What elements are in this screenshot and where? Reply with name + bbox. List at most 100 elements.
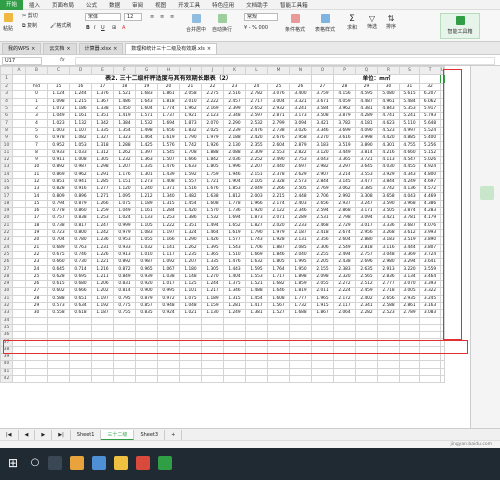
data-cell[interactable]: 2.036	[223, 155, 246, 165]
data-cell[interactable]: 2.789	[399, 309, 420, 318]
data-cell[interactable]: 1.247	[91, 221, 114, 230]
header-cell[interactable]: 28	[333, 82, 356, 92]
grid-cell[interactable]	[12, 221, 26, 230]
data-cell[interactable]: 1.859	[289, 279, 312, 289]
data-cell[interactable]: 3.365	[333, 155, 356, 165]
row-header[interactable]: 12	[0, 155, 13, 165]
data-cell[interactable]: 2.328	[267, 177, 290, 187]
header-cell[interactable]: 20	[157, 82, 180, 92]
data-cell[interactable]: 3.270	[311, 134, 334, 143]
data-cell[interactable]: 1.867	[311, 309, 334, 318]
grid-cell[interactable]	[439, 367, 446, 376]
data-cell[interactable]: 2.656	[377, 294, 400, 303]
data-cell[interactable]: 1.024	[113, 214, 136, 223]
data-cell[interactable]: 1.464	[135, 134, 158, 143]
data-cell[interactable]: 2.356	[311, 236, 334, 245]
data-cell[interactable]: 1.186	[69, 104, 92, 114]
data-cell[interactable]: 2.011	[311, 287, 334, 296]
data-cell[interactable]: 1.271	[91, 192, 114, 201]
data-cell[interactable]: 1.318	[91, 141, 114, 150]
data-cell[interactable]: 1.812	[223, 192, 246, 201]
data-cell[interactable]: 4.755	[399, 141, 420, 150]
data-cell[interactable]: 0.746	[69, 250, 92, 260]
grid-cell[interactable]	[289, 316, 312, 325]
data-cell[interactable]: 2.697	[289, 163, 312, 172]
data-cell[interactable]: 1.682	[267, 279, 290, 289]
data-cell[interactable]: 3.874	[399, 207, 420, 216]
grid-cell[interactable]	[377, 331, 400, 340]
data-cell[interactable]: 1.226	[91, 250, 114, 260]
grid-cell[interactable]	[135, 360, 158, 369]
data-cell[interactable]: 1.048	[179, 301, 202, 311]
data-cell[interactable]: 5.241	[399, 112, 420, 121]
data-cell[interactable]: 18	[25, 221, 48, 230]
data-cell[interactable]: 2.516	[223, 90, 246, 99]
header-cell[interactable]: 24	[245, 82, 268, 92]
data-cell[interactable]: 3.346	[311, 126, 334, 136]
data-cell[interactable]: 4.059	[333, 97, 356, 106]
data-cell[interactable]: 3.421	[377, 214, 400, 223]
bold-button[interactable]: B	[86, 25, 90, 31]
data-cell[interactable]: 1.498	[135, 126, 158, 136]
sheet-tab[interactable]: 三十二级	[101, 429, 135, 440]
font-size-select[interactable]: 12	[124, 13, 142, 21]
column-header[interactable]: F	[113, 66, 136, 75]
data-cell[interactable]: 1.221	[91, 258, 114, 267]
grid-cell[interactable]	[333, 331, 356, 340]
grid-cell[interactable]	[245, 352, 268, 362]
data-cell[interactable]: 3.721	[355, 155, 378, 165]
data-cell[interactable]: 3.645	[355, 163, 378, 172]
data-cell[interactable]: 27	[25, 287, 48, 296]
data-cell[interactable]: 2.861	[399, 301, 420, 311]
grid-cell[interactable]	[179, 316, 202, 325]
data-cell[interactable]: 1.643	[135, 97, 158, 106]
grid-cell[interactable]	[12, 134, 26, 143]
header-cell[interactable]: 17	[91, 82, 114, 92]
row-header[interactable]: 40	[0, 360, 13, 369]
grid-cell[interactable]	[12, 258, 26, 267]
data-cell[interactable]: 1.235	[179, 250, 202, 260]
data-cell[interactable]: 14	[25, 192, 48, 201]
data-cell[interactable]: 1.853	[223, 185, 246, 194]
data-cell[interactable]: 3.844	[377, 177, 400, 187]
data-cell[interactable]: 1.187	[91, 309, 114, 318]
folder-icon[interactable]	[114, 456, 128, 470]
data-cell[interactable]: 1.010	[135, 250, 158, 260]
data-cell[interactable]: 2.706	[311, 192, 334, 201]
data-cell[interactable]: 1.161	[69, 112, 92, 121]
data-cell[interactable]: 1.351	[179, 221, 202, 230]
data-cell[interactable]: 2.088	[223, 148, 246, 157]
grid-cell[interactable]	[419, 74, 441, 84]
data-cell[interactable]: 1.244	[201, 279, 224, 289]
grid-cell[interactable]	[311, 360, 334, 369]
grid-cell[interactable]	[223, 367, 246, 376]
menu-item[interactable]: 审阅	[126, 1, 149, 9]
data-cell[interactable]: 3.005	[399, 287, 420, 296]
data-cell[interactable]: 1.376	[91, 90, 114, 99]
row-header[interactable]: 6	[0, 112, 13, 121]
grid-cell[interactable]	[355, 374, 378, 384]
data-cell[interactable]: 2.629	[289, 170, 312, 179]
data-cell[interactable]: 3.993	[419, 228, 441, 238]
data-cell[interactable]: 3.616	[333, 134, 356, 143]
grid-cell[interactable]	[12, 272, 26, 282]
grid-cell[interactable]	[157, 331, 180, 340]
data-cell[interactable]: 5.110	[399, 119, 420, 128]
data-cell[interactable]: 1.557	[179, 177, 202, 187]
data-cell[interactable]: 5.615	[399, 90, 420, 99]
data-cell[interactable]: 1.778	[223, 199, 246, 209]
data-cell[interactable]: 0.651	[69, 294, 92, 303]
column-header[interactable]: A	[12, 66, 26, 75]
grid-cell[interactable]	[69, 352, 92, 362]
format-painter-button[interactable]: 🖌格式刷	[50, 22, 71, 29]
data-cell[interactable]: 1.305	[91, 155, 114, 165]
data-cell[interactable]: 6.207	[419, 90, 441, 99]
menu-item[interactable]: 开始	[0, 0, 24, 10]
grid-cell[interactable]	[355, 352, 378, 362]
data-cell[interactable]: 1.507	[157, 155, 180, 165]
data-cell[interactable]: 2.239	[223, 126, 246, 136]
data-cell[interactable]: 2.868	[333, 207, 356, 216]
data-cell[interactable]: 2.020	[267, 221, 290, 230]
data-cell[interactable]: 3.062	[333, 185, 356, 194]
grid-cell[interactable]	[399, 374, 420, 384]
